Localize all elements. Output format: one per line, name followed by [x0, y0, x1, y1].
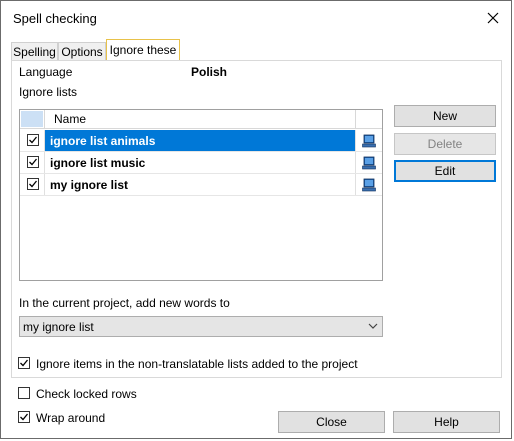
language-value: Polish	[191, 65, 228, 79]
ignore-lists-label: Ignore lists	[19, 85, 78, 99]
add-words-dropdown[interactable]: my ignore list	[19, 316, 383, 337]
window-title: Spell checking	[13, 11, 97, 26]
tab-spelling[interactable]: Spelling	[11, 42, 58, 60]
language-label: Language	[19, 65, 73, 79]
tab-label: Spelling	[13, 45, 56, 59]
row-checkbox[interactable]	[27, 156, 39, 168]
select-all-corner[interactable]	[21, 111, 43, 127]
table-header: Name	[20, 110, 382, 129]
checkmark-icon	[20, 359, 29, 367]
ignore-nontranslatable-checkbox[interactable]	[18, 357, 30, 369]
delete-button[interactable]: Delete	[394, 133, 496, 155]
ignore-nontranslatable-label: Ignore items in the non-translatable lis…	[36, 357, 358, 371]
list-name: ignore list animals	[50, 134, 156, 148]
tab-ignore-these[interactable]: Ignore these	[106, 39, 180, 61]
row-checkbox[interactable]	[27, 134, 39, 146]
title-bar: Spell checking	[1, 1, 511, 35]
computer-icon	[362, 178, 376, 191]
add-words-selected: my ignore list	[23, 320, 94, 334]
list-name: my ignore list	[50, 178, 129, 192]
tab-options[interactable]: Options	[58, 42, 106, 60]
check-locked-rows-checkbox[interactable]	[18, 387, 30, 399]
local-list-cell	[355, 174, 382, 195]
help-button[interactable]: Help	[393, 411, 500, 433]
checkmark-icon	[29, 136, 38, 144]
computer-icon	[362, 134, 376, 147]
new-button[interactable]: New	[394, 105, 496, 127]
checkmark-icon	[29, 180, 38, 188]
check-locked-rows-label: Check locked rows	[36, 387, 137, 401]
list-name: ignore list music	[50, 156, 146, 170]
table-row[interactable]: my ignore list	[20, 174, 382, 196]
spell-checking-dialog: Spell checking Spelling Options Ignore t…	[0, 0, 512, 439]
ignore-lists-table[interactable]: Name ignore list animals ignore list mus…	[19, 109, 383, 281]
tab-label: Ignore these	[109, 43, 177, 57]
tab-label: Options	[61, 45, 103, 59]
computer-icon	[362, 156, 376, 169]
checkmark-icon	[29, 158, 38, 166]
row-checkbox[interactable]	[27, 178, 39, 190]
table-row[interactable]: ignore list music	[20, 152, 382, 174]
wrap-around-label: Wrap around	[36, 411, 106, 425]
close-icon	[487, 12, 499, 24]
checkmark-icon	[20, 413, 29, 421]
add-words-label: In the current project, add new words to	[19, 296, 230, 310]
close-button[interactable]: Close	[278, 411, 385, 433]
edit-button[interactable]: Edit	[394, 160, 496, 182]
column-header-name[interactable]: Name	[54, 112, 86, 126]
close-window-button[interactable]	[481, 6, 505, 30]
local-list-cell	[355, 152, 382, 173]
table-row[interactable]: ignore list animals	[20, 130, 382, 152]
chevron-down-icon	[368, 323, 378, 329]
local-list-cell	[355, 130, 382, 151]
wrap-around-checkbox[interactable]	[18, 411, 30, 423]
